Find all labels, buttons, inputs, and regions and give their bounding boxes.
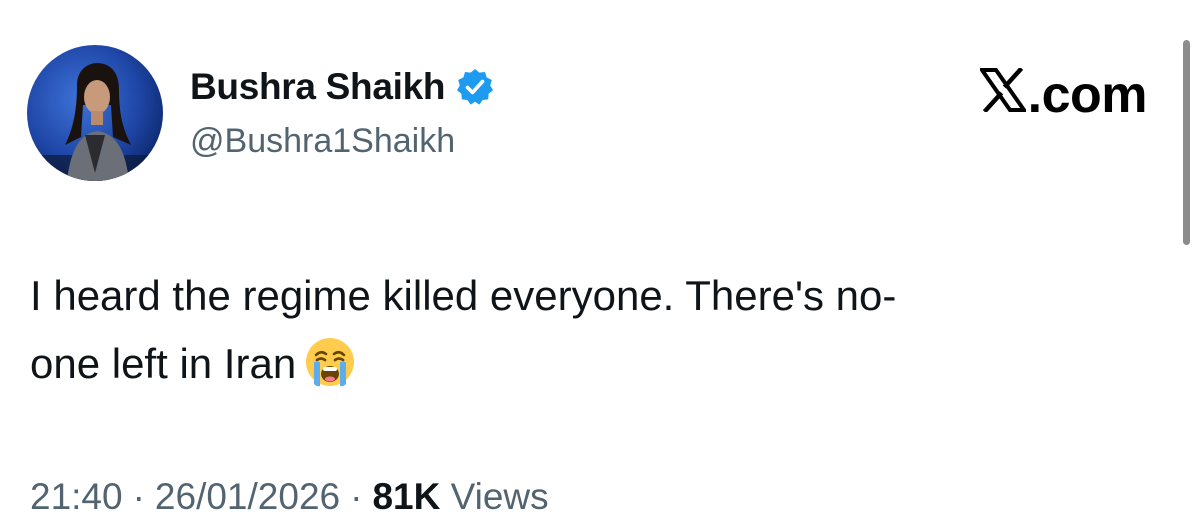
loudly-crying-face-emoji-icon: [304, 336, 356, 388]
meta-separator: ·: [132, 476, 145, 517]
verified-badge-icon[interactable]: [455, 67, 495, 107]
tweet-text-line-2: one left in Iran: [30, 340, 297, 387]
tweet-time[interactable]: 21:40: [30, 476, 123, 517]
x-com-brand: .com: [977, 65, 1148, 125]
tweet-meta: 21:40 · 26/01/2026 · 81K Views: [30, 474, 549, 520]
scrollbar[interactable]: [1183, 40, 1190, 245]
tweet-text-line-1: I heard the regime killed everyone. Ther…: [30, 272, 897, 319]
author-handle[interactable]: @Bushra1Shaikh: [190, 120, 455, 162]
author-name-row: Bushra Shaikh: [190, 64, 495, 110]
views-count[interactable]: 81K: [372, 476, 440, 517]
meta-separator: ·: [350, 476, 363, 517]
brand-domain-text: .com: [1027, 66, 1148, 124]
avatar[interactable]: [27, 45, 163, 181]
author-display-name[interactable]: Bushra Shaikh: [190, 64, 445, 110]
tweet-text: I heard the regime killed everyone. Ther…: [30, 262, 1150, 398]
tweet-date[interactable]: 26/01/2026: [155, 476, 340, 517]
views-label: Views: [450, 476, 549, 517]
profile-photo-avatar: [27, 45, 163, 181]
x-logo-icon: [977, 65, 1028, 125]
